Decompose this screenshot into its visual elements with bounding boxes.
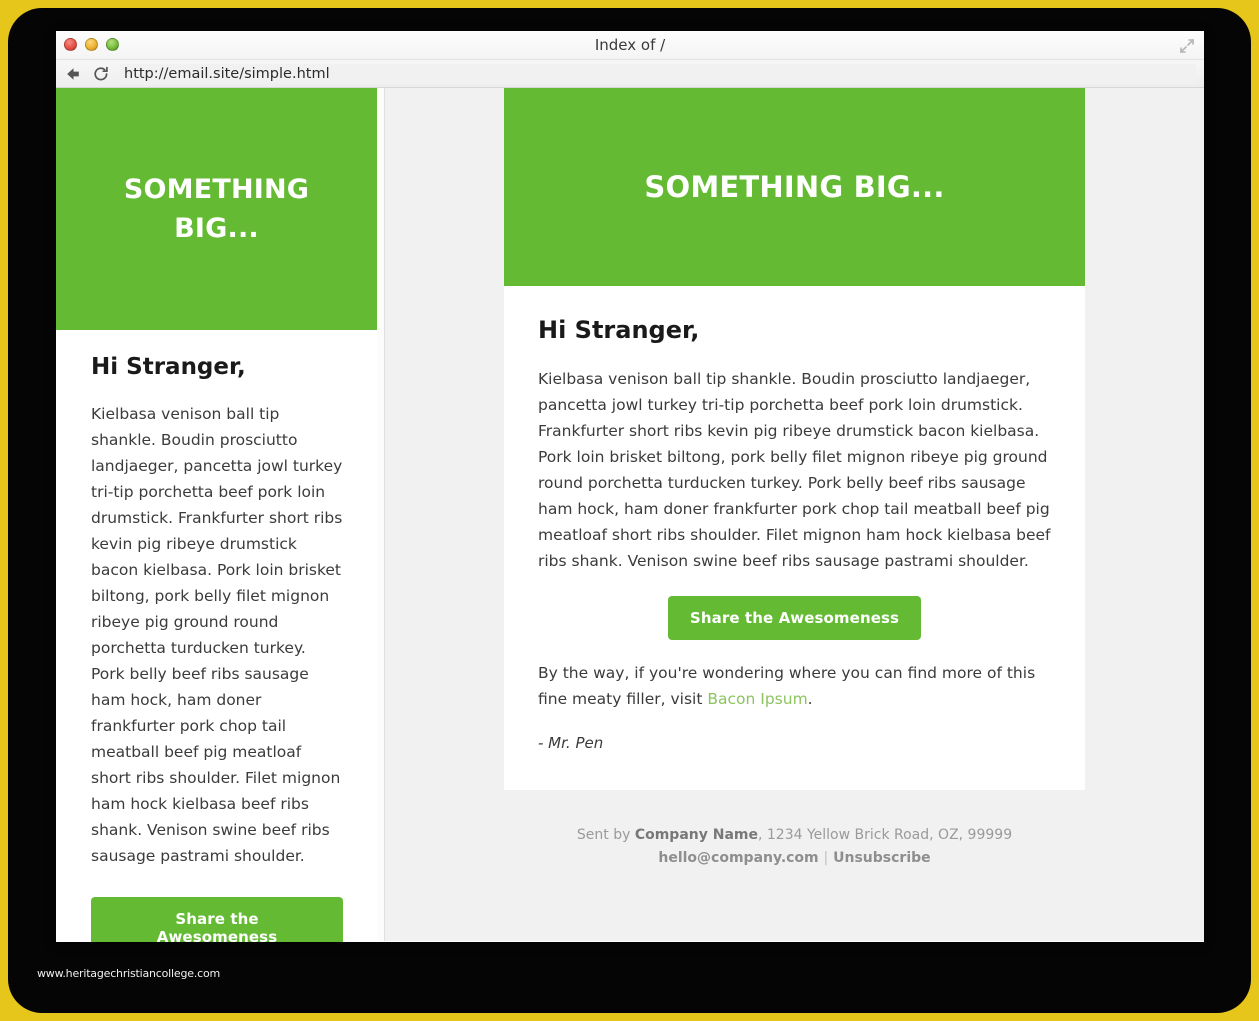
- traffic-light-group: [64, 38, 119, 51]
- cta-wrap-narrow: Share the Awesomeness: [91, 869, 343, 942]
- reload-icon[interactable]: [92, 65, 110, 83]
- bacon-ipsum-link[interactable]: Bacon Ipsum: [707, 690, 807, 708]
- body-paragraph-narrow: Kielbasa venison ball tip shankle. Boudi…: [91, 405, 343, 865]
- outer-gold-frame: Index of / http://email.site/simple.html…: [0, 0, 1259, 1021]
- email-preview-narrow: SOMETHING BIG... Hi Stranger, Kielbasa v…: [56, 88, 377, 942]
- zoom-button[interactable]: [106, 38, 119, 51]
- greeting-narrow: Hi Stranger,: [91, 354, 246, 380]
- footer-sent-by: Sent by: [576, 827, 635, 843]
- footer-separator: |: [823, 850, 829, 866]
- back-arrow-icon[interactable]: [64, 65, 82, 83]
- page-viewport: SOMETHING BIG... Hi Stranger, Kielbasa v…: [56, 88, 1204, 942]
- column-gap: [377, 88, 384, 941]
- email-footer: Sent by Company Name, 1234 Yellow Brick …: [385, 790, 1204, 870]
- watermark-text: www.heritagechristiancollege.com: [37, 967, 221, 980]
- outro-paragraph: By the way, if you're wondering where yo…: [538, 660, 1051, 712]
- close-button[interactable]: [64, 38, 77, 51]
- minimize-button[interactable]: [85, 38, 98, 51]
- unsubscribe-link[interactable]: Unsubscribe: [833, 850, 931, 866]
- window-titlebar: Index of /: [56, 31, 1204, 60]
- outro-text-after: .: [807, 690, 813, 708]
- hero-heading-wide: SOMETHING BIG...: [644, 170, 945, 204]
- footer-links-row: hello@company.com | Unsubscribe: [385, 847, 1204, 870]
- hero-banner-wide: SOMETHING BIG...: [504, 88, 1085, 286]
- greeting-wide: Hi Stranger,: [538, 316, 700, 344]
- signoff: - Mr. Pen: [538, 734, 604, 752]
- footer-address: , 1234 Yellow Brick Road, OZ, 99999: [757, 827, 1013, 843]
- expand-arrows-icon[interactable]: [1178, 37, 1196, 55]
- share-button-narrow[interactable]: Share the Awesomeness: [91, 897, 343, 942]
- cta-wrap-wide: Share the Awesomeness: [538, 574, 1051, 660]
- email-body-narrow: Hi Stranger, Kielbasa venison ball tip s…: [56, 330, 377, 942]
- hero-banner-narrow: SOMETHING BIG...: [56, 88, 377, 330]
- share-button-wide[interactable]: Share the Awesomeness: [667, 596, 922, 640]
- email-body-wide: Hi Stranger, Kielbasa venison ball tip s…: [504, 286, 1085, 790]
- email-preview-wide: SOMETHING BIG... Hi Stranger, Kielbasa v…: [385, 88, 1204, 941]
- body-paragraph-wide: Kielbasa venison ball tip shankle. Boudi…: [538, 370, 1051, 570]
- browser-window: Index of / http://email.site/simple.html…: [56, 31, 1204, 942]
- browser-toolbar: [56, 60, 1204, 88]
- address-bar-input[interactable]: [120, 63, 1196, 84]
- footer-email-link[interactable]: hello@company.com: [658, 850, 818, 866]
- hero-heading-narrow: SOMETHING BIG...: [123, 173, 310, 244]
- footer-company-name: Company Name: [634, 827, 758, 843]
- window-title: Index of /: [594, 36, 666, 54]
- footer-address-row: Sent by Company Name, 1234 Yellow Brick …: [385, 824, 1204, 847]
- email-card: SOMETHING BIG... Hi Stranger, Kielbasa v…: [504, 88, 1085, 790]
